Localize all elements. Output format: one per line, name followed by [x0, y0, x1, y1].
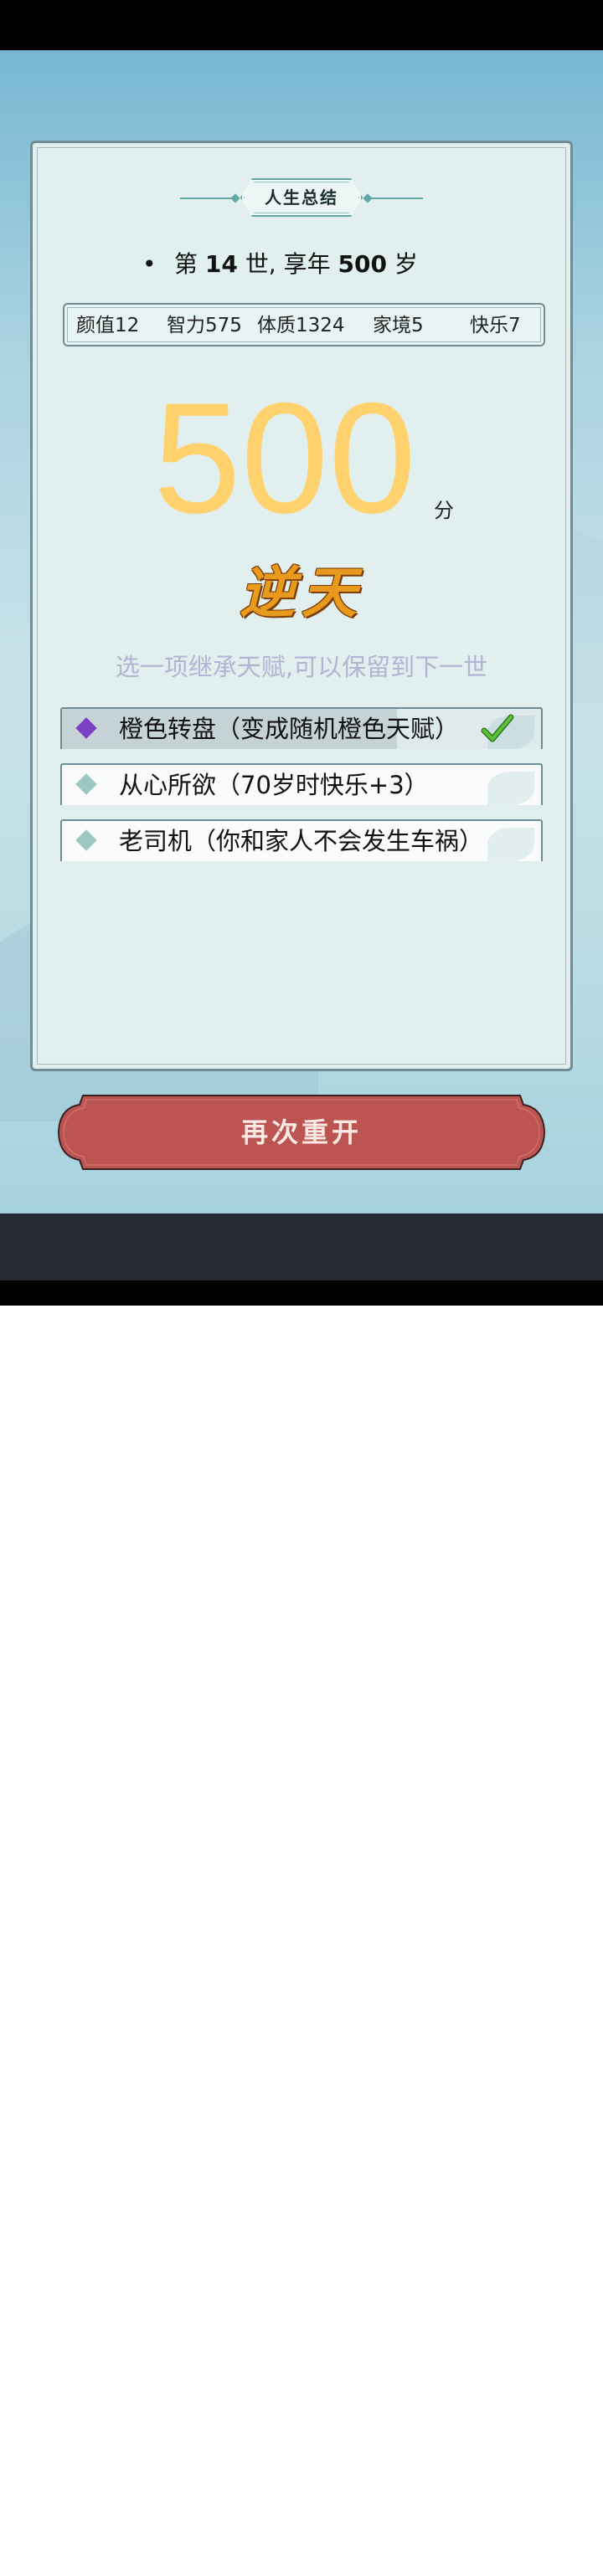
bamboo-leaf-icon	[487, 772, 534, 805]
life-age-unit: 岁	[394, 250, 418, 278]
talent-option-follow-heart[interactable]: 从心所欲（70岁时快乐+3）	[60, 763, 543, 805]
title-divider	[364, 198, 423, 199]
diamond-icon	[75, 773, 97, 795]
score-value: 500	[153, 370, 416, 546]
talent-option-label: 从心所欲（70岁时快乐+3）	[119, 771, 429, 799]
stat-intelligence: 智力575	[167, 315, 242, 336]
restart-button-label: 再次重开	[240, 1116, 362, 1148]
stat-happiness: 快乐7	[470, 315, 521, 336]
rank-title: 逆天	[240, 560, 363, 625]
stat-constitution: 体质1324	[257, 315, 345, 336]
talent-option-old-driver[interactable]: 老司机（你和家人不会发生车祸）	[60, 819, 543, 861]
talent-option-label: 橙色转盘（变成随机橙色天赋）	[119, 715, 460, 743]
check-icon	[481, 714, 514, 742]
life-age: 500	[338, 250, 387, 278]
bamboo-leaf-icon	[487, 828, 534, 861]
summary-title: 人生总结	[265, 187, 338, 208]
restart-button[interactable]: 再次重开	[57, 1095, 546, 1170]
stat-appearance: 颜值12	[76, 315, 140, 336]
attribute-stats: 颜值12 智力575 体质1324 家境5 快乐7	[63, 303, 545, 346]
score-unit: 分	[434, 499, 454, 522]
diamond-icon	[75, 829, 97, 851]
inherit-hint: 选一项继承天赋,可以保留到下一世	[115, 653, 488, 681]
talent-option-orange-wheel[interactable]: 橙色转盘（变成随机橙色天赋）	[60, 707, 543, 749]
title-ornament-icon	[230, 193, 240, 203]
bullet-icon: •	[142, 250, 157, 278]
talent-option-label: 老司机（你和家人不会发生车祸）	[119, 827, 484, 855]
navigation-bar	[0, 1280, 603, 2576]
life-number: 14	[204, 250, 238, 278]
bottom-bar	[0, 1214, 603, 1280]
summary-title-banner: 人生总结	[180, 178, 423, 218]
life-mid: 世, 享年	[245, 250, 331, 278]
status-bar	[0, 0, 603, 50]
life-info: • 第 14 世, 享年 500 岁	[142, 246, 477, 283]
life-prefix: 第	[174, 250, 198, 278]
stat-family: 家境5	[373, 315, 424, 336]
home-indicator[interactable]	[191, 2570, 412, 2576]
